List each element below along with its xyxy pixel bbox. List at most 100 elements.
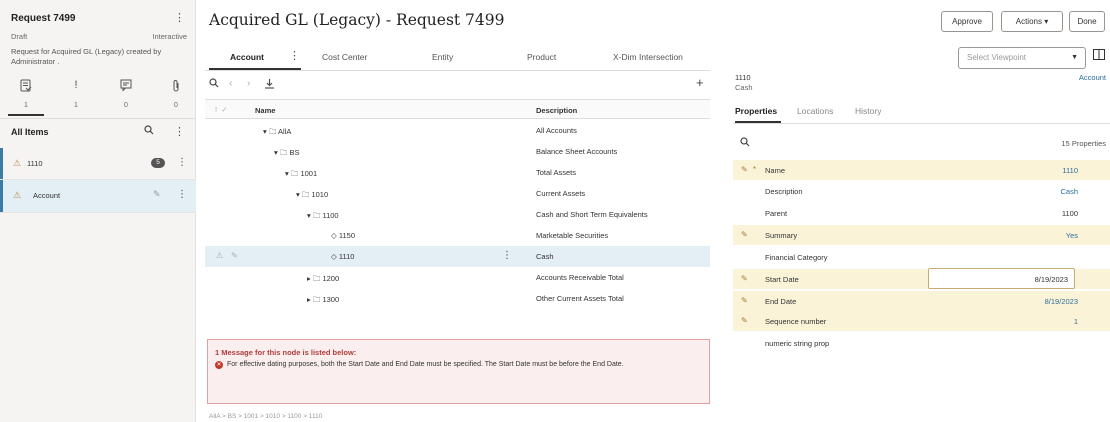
divider [205, 70, 710, 71]
table-row-selected[interactable]: ⚠ ✎ ◇ 1110 ⋮ Cash [205, 246, 710, 267]
start-date-input[interactable]: 8/19/2023 [928, 268, 1075, 289]
leaf-node-icon: ◇ [331, 231, 337, 240]
tab-locations[interactable]: Locations [797, 106, 833, 116]
property-row[interactable]: ✎ * Name 1110 [733, 160, 1110, 180]
caret-down-icon: ▼ [1071, 54, 1078, 61]
tab-menu-icon[interactable]: ⋮ [289, 49, 300, 62]
property-row[interactable]: numeric string prop [733, 333, 1110, 353]
add-icon[interactable]: + [696, 75, 704, 90]
comment-icon [106, 79, 146, 95]
table-row[interactable]: ▾ 🗀 1010 Current Assets [205, 183, 710, 204]
request-title: Request 7499 [11, 13, 76, 24]
divider [733, 123, 1110, 124]
property-row[interactable]: Parent 1100 [733, 203, 1110, 223]
required-icon: * [753, 165, 757, 174]
property-row[interactable]: ✎ Summary Yes [733, 225, 1110, 245]
chevron-left-icon[interactable]: ‹ [229, 78, 232, 89]
items-menu-icon[interactable]: ⋮ [174, 125, 185, 138]
table-row[interactable]: ▸ 🗀 1200 Accounts Receivable Total [205, 267, 710, 288]
error-message-box: 1 Message for this node is listed below:… [207, 339, 710, 404]
search-icon[interactable] [740, 137, 750, 150]
warning-icon: ! [74, 79, 78, 91]
pencil-icon: ✎ [231, 251, 238, 260]
request-details-tab[interactable]: 1 [6, 79, 46, 109]
page-title: Acquired GL (Legacy) - Request 7499 [209, 11, 505, 29]
folder-icon: 🗀 [279, 148, 288, 157]
column-description[interactable]: Description [536, 106, 577, 115]
approve-button[interactable]: Approve [941, 11, 993, 32]
split-layout-icon[interactable] [1093, 49, 1105, 63]
caret-down-icon[interactable]: ▾ [263, 127, 267, 136]
item-menu-icon[interactable]: ⋮ [177, 189, 187, 200]
property-row[interactable]: ✎ End Date 8/19/2023 [733, 291, 1110, 311]
items-heading: All Items [11, 127, 49, 137]
folder-icon: 🗀 [268, 127, 277, 136]
property-row[interactable]: ✎ Sequence number 1 [733, 311, 1110, 331]
item-menu-icon[interactable]: ⋮ [177, 157, 187, 168]
table-row[interactable]: ▾ 🗀 BS Balance Sheet Accounts [205, 141, 710, 162]
active-tab-indicator [8, 114, 44, 116]
tab-history[interactable]: History [855, 106, 881, 116]
property-row[interactable]: Description Cash [733, 181, 1110, 201]
pencil-icon: ✎ [741, 316, 748, 325]
caret-down-icon[interactable]: ▾ [274, 148, 278, 157]
tab-properties[interactable]: Properties [735, 106, 777, 116]
table-row[interactable]: ▸ 🗀 1300 Other Current Assets Total [205, 288, 710, 309]
table-header: ! ✓ Name Description [205, 99, 710, 119]
breadcrumb: AllA > BS > 1001 > 1010 > 1100 > 1110 [209, 413, 323, 420]
node-type-link[interactable]: Account [1079, 73, 1106, 82]
column-name[interactable]: Name [255, 106, 275, 115]
tab-product[interactable]: Product [527, 52, 556, 62]
caret-right-icon[interactable]: ▸ [307, 295, 311, 304]
folder-icon: 🗀 [312, 295, 321, 304]
request-comments-tab[interactable]: 0 [106, 79, 146, 109]
request-menu-icon[interactable]: ⋮ [174, 11, 185, 24]
actions-button[interactable]: Actions ▾ [1001, 11, 1063, 32]
caret-down-icon[interactable]: ▾ [285, 169, 289, 178]
count-badge: 5 [151, 158, 165, 168]
table-row[interactable]: ▾ 🗀 AllA All Accounts [205, 120, 710, 141]
pencil-icon: ✎ [741, 274, 748, 283]
request-icon-bar: 1 ! 1 0 0 [0, 79, 196, 117]
request-attachments-tab[interactable]: 0 [156, 79, 196, 109]
caret-down-icon[interactable]: ▾ [296, 190, 300, 199]
property-row[interactable]: Financial Category [733, 247, 1110, 267]
request-description: Request for Acquired GL (Legacy) created… [11, 47, 162, 66]
download-icon[interactable] [264, 78, 275, 92]
caret-right-icon[interactable]: ▸ [307, 274, 311, 283]
list-item[interactable]: ⚠ 1110 5 ⋮ [0, 148, 196, 180]
caret-down-icon[interactable]: ▾ [307, 211, 311, 220]
request-warnings-tab[interactable]: ! 1 [56, 79, 96, 109]
row-menu-icon[interactable]: ⋮ [502, 250, 512, 261]
chevron-right-icon[interactable]: › [247, 78, 250, 89]
status-column-icon: ! ✓ [215, 105, 228, 114]
tab-account[interactable]: Account [230, 52, 264, 62]
request-details-icon [6, 79, 46, 95]
divider [0, 118, 196, 119]
folder-icon: 🗀 [290, 169, 299, 178]
node-code: 1110 [735, 73, 751, 82]
error-icon: ✕ [215, 361, 223, 369]
search-icon[interactable] [144, 125, 154, 138]
error-text: For effective dating purposes, both the … [227, 361, 624, 368]
warning-icon: ⚠ [216, 251, 224, 260]
table-row[interactable]: ▾ 🗀 1100 Cash and Short Term Equivalents [205, 204, 710, 225]
folder-icon: 🗀 [301, 190, 310, 199]
viewpoint-select[interactable]: Select Viewpoint ▼ [958, 47, 1086, 69]
warning-icon: ⚠ [13, 158, 22, 168]
search-icon[interactable] [209, 78, 219, 91]
node-name: Cash [735, 83, 753, 92]
tab-entity[interactable]: Entity [432, 52, 453, 62]
table-row[interactable]: ▾ 🗀 1001 Total Assets [205, 162, 710, 183]
request-mode: Interactive [152, 32, 187, 41]
done-button[interactable]: Done [1069, 11, 1105, 32]
tab-x-dim-intersection[interactable]: X-Dim Intersection [613, 52, 683, 62]
list-item[interactable]: ⚠ Account ✎ ⋮ [0, 180, 196, 212]
tab-cost-center[interactable]: Cost Center [322, 52, 367, 62]
folder-icon: 🗀 [312, 274, 321, 283]
pencil-icon: ✎ [741, 296, 748, 305]
pencil-icon[interactable]: ✎ [153, 189, 161, 200]
error-heading: 1 Message for this node is listed below: [215, 348, 357, 357]
table-row[interactable]: ◇ 1150 Marketable Securities [205, 225, 710, 246]
caret-down-icon: ▾ [1044, 17, 1049, 26]
